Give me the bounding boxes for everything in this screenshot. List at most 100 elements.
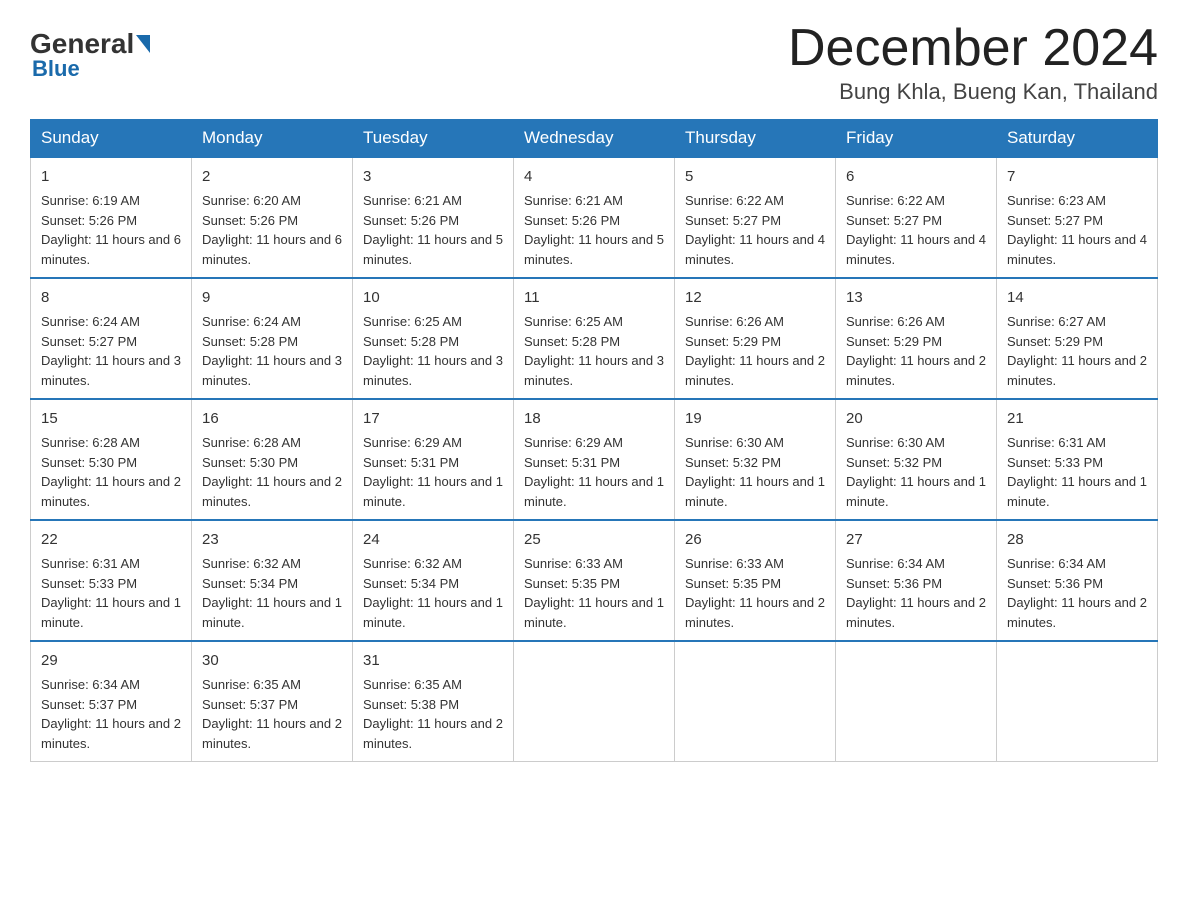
logo-blue-text: Blue bbox=[32, 56, 80, 82]
day-number: 27 bbox=[846, 529, 986, 551]
calendar-cell: 22 Sunrise: 6:31 AMSunset: 5:33 PMDaylig… bbox=[31, 520, 192, 641]
day-info: Sunrise: 6:34 AMSunset: 5:36 PMDaylight:… bbox=[846, 556, 986, 630]
day-info: Sunrise: 6:19 AMSunset: 5:26 PMDaylight:… bbox=[41, 193, 181, 267]
day-number: 5 bbox=[685, 166, 825, 188]
day-number: 17 bbox=[363, 408, 503, 430]
day-info: Sunrise: 6:22 AMSunset: 5:27 PMDaylight:… bbox=[846, 193, 986, 267]
day-number: 15 bbox=[41, 408, 181, 430]
day-info: Sunrise: 6:34 AMSunset: 5:36 PMDaylight:… bbox=[1007, 556, 1147, 630]
day-info: Sunrise: 6:27 AMSunset: 5:29 PMDaylight:… bbox=[1007, 314, 1147, 388]
calendar-header-row: Sunday Monday Tuesday Wednesday Thursday… bbox=[31, 120, 1158, 158]
day-info: Sunrise: 6:35 AMSunset: 5:37 PMDaylight:… bbox=[202, 677, 342, 751]
calendar-table: Sunday Monday Tuesday Wednesday Thursday… bbox=[30, 119, 1158, 762]
logo-arrow-icon bbox=[136, 35, 150, 53]
calendar-cell: 16 Sunrise: 6:28 AMSunset: 5:30 PMDaylig… bbox=[192, 399, 353, 520]
day-info: Sunrise: 6:26 AMSunset: 5:29 PMDaylight:… bbox=[685, 314, 825, 388]
day-number: 9 bbox=[202, 287, 342, 309]
calendar-cell bbox=[836, 641, 997, 762]
day-number: 4 bbox=[524, 166, 664, 188]
calendar-cell: 30 Sunrise: 6:35 AMSunset: 5:37 PMDaylig… bbox=[192, 641, 353, 762]
calendar-cell: 19 Sunrise: 6:30 AMSunset: 5:32 PMDaylig… bbox=[675, 399, 836, 520]
calendar-cell: 8 Sunrise: 6:24 AMSunset: 5:27 PMDayligh… bbox=[31, 278, 192, 399]
day-number: 25 bbox=[524, 529, 664, 551]
calendar-cell: 17 Sunrise: 6:29 AMSunset: 5:31 PMDaylig… bbox=[353, 399, 514, 520]
calendar-cell: 23 Sunrise: 6:32 AMSunset: 5:34 PMDaylig… bbox=[192, 520, 353, 641]
calendar-cell: 3 Sunrise: 6:21 AMSunset: 5:26 PMDayligh… bbox=[353, 157, 514, 278]
calendar-week-row: 8 Sunrise: 6:24 AMSunset: 5:27 PMDayligh… bbox=[31, 278, 1158, 399]
calendar-week-row: 15 Sunrise: 6:28 AMSunset: 5:30 PMDaylig… bbox=[31, 399, 1158, 520]
col-monday: Monday bbox=[192, 120, 353, 158]
day-info: Sunrise: 6:24 AMSunset: 5:27 PMDaylight:… bbox=[41, 314, 181, 388]
day-info: Sunrise: 6:30 AMSunset: 5:32 PMDaylight:… bbox=[685, 435, 825, 509]
calendar-week-row: 1 Sunrise: 6:19 AMSunset: 5:26 PMDayligh… bbox=[31, 157, 1158, 278]
day-number: 6 bbox=[846, 166, 986, 188]
calendar-cell: 29 Sunrise: 6:34 AMSunset: 5:37 PMDaylig… bbox=[31, 641, 192, 762]
day-info: Sunrise: 6:20 AMSunset: 5:26 PMDaylight:… bbox=[202, 193, 342, 267]
calendar-cell: 14 Sunrise: 6:27 AMSunset: 5:29 PMDaylig… bbox=[997, 278, 1158, 399]
day-info: Sunrise: 6:28 AMSunset: 5:30 PMDaylight:… bbox=[202, 435, 342, 509]
day-info: Sunrise: 6:30 AMSunset: 5:32 PMDaylight:… bbox=[846, 435, 986, 509]
calendar-week-row: 22 Sunrise: 6:31 AMSunset: 5:33 PMDaylig… bbox=[31, 520, 1158, 641]
day-info: Sunrise: 6:23 AMSunset: 5:27 PMDaylight:… bbox=[1007, 193, 1147, 267]
day-number: 2 bbox=[202, 166, 342, 188]
day-info: Sunrise: 6:21 AMSunset: 5:26 PMDaylight:… bbox=[363, 193, 503, 267]
col-tuesday: Tuesday bbox=[353, 120, 514, 158]
day-info: Sunrise: 6:25 AMSunset: 5:28 PMDaylight:… bbox=[363, 314, 503, 388]
day-info: Sunrise: 6:33 AMSunset: 5:35 PMDaylight:… bbox=[685, 556, 825, 630]
day-number: 24 bbox=[363, 529, 503, 551]
day-info: Sunrise: 6:21 AMSunset: 5:26 PMDaylight:… bbox=[524, 193, 664, 267]
calendar-cell: 21 Sunrise: 6:31 AMSunset: 5:33 PMDaylig… bbox=[997, 399, 1158, 520]
day-number: 10 bbox=[363, 287, 503, 309]
calendar-cell: 15 Sunrise: 6:28 AMSunset: 5:30 PMDaylig… bbox=[31, 399, 192, 520]
calendar-cell: 25 Sunrise: 6:33 AMSunset: 5:35 PMDaylig… bbox=[514, 520, 675, 641]
day-info: Sunrise: 6:35 AMSunset: 5:38 PMDaylight:… bbox=[363, 677, 503, 751]
day-number: 16 bbox=[202, 408, 342, 430]
day-info: Sunrise: 6:29 AMSunset: 5:31 PMDaylight:… bbox=[524, 435, 664, 509]
calendar-cell: 18 Sunrise: 6:29 AMSunset: 5:31 PMDaylig… bbox=[514, 399, 675, 520]
calendar-cell: 10 Sunrise: 6:25 AMSunset: 5:28 PMDaylig… bbox=[353, 278, 514, 399]
day-number: 28 bbox=[1007, 529, 1147, 551]
day-number: 19 bbox=[685, 408, 825, 430]
page-header: General Blue December 2024 Bung Khla, Bu… bbox=[30, 20, 1158, 105]
day-number: 31 bbox=[363, 650, 503, 672]
calendar-cell: 12 Sunrise: 6:26 AMSunset: 5:29 PMDaylig… bbox=[675, 278, 836, 399]
day-info: Sunrise: 6:31 AMSunset: 5:33 PMDaylight:… bbox=[1007, 435, 1147, 509]
day-number: 13 bbox=[846, 287, 986, 309]
day-info: Sunrise: 6:32 AMSunset: 5:34 PMDaylight:… bbox=[202, 556, 342, 630]
day-number: 12 bbox=[685, 287, 825, 309]
calendar-cell: 24 Sunrise: 6:32 AMSunset: 5:34 PMDaylig… bbox=[353, 520, 514, 641]
col-friday: Friday bbox=[836, 120, 997, 158]
calendar-cell: 6 Sunrise: 6:22 AMSunset: 5:27 PMDayligh… bbox=[836, 157, 997, 278]
calendar-cell: 4 Sunrise: 6:21 AMSunset: 5:26 PMDayligh… bbox=[514, 157, 675, 278]
title-block: December 2024 Bung Khla, Bueng Kan, Thai… bbox=[788, 20, 1158, 105]
calendar-cell: 7 Sunrise: 6:23 AMSunset: 5:27 PMDayligh… bbox=[997, 157, 1158, 278]
day-number: 26 bbox=[685, 529, 825, 551]
day-number: 20 bbox=[846, 408, 986, 430]
logo: General Blue bbox=[30, 28, 152, 82]
calendar-week-row: 29 Sunrise: 6:34 AMSunset: 5:37 PMDaylig… bbox=[31, 641, 1158, 762]
col-sunday: Sunday bbox=[31, 120, 192, 158]
calendar-cell: 26 Sunrise: 6:33 AMSunset: 5:35 PMDaylig… bbox=[675, 520, 836, 641]
col-saturday: Saturday bbox=[997, 120, 1158, 158]
month-title: December 2024 bbox=[788, 20, 1158, 77]
day-info: Sunrise: 6:25 AMSunset: 5:28 PMDaylight:… bbox=[524, 314, 664, 388]
calendar-cell: 1 Sunrise: 6:19 AMSunset: 5:26 PMDayligh… bbox=[31, 157, 192, 278]
day-number: 3 bbox=[363, 166, 503, 188]
day-number: 18 bbox=[524, 408, 664, 430]
day-number: 11 bbox=[524, 287, 664, 309]
calendar-cell bbox=[997, 641, 1158, 762]
calendar-cell bbox=[675, 641, 836, 762]
calendar-cell: 27 Sunrise: 6:34 AMSunset: 5:36 PMDaylig… bbox=[836, 520, 997, 641]
calendar-cell: 31 Sunrise: 6:35 AMSunset: 5:38 PMDaylig… bbox=[353, 641, 514, 762]
day-number: 22 bbox=[41, 529, 181, 551]
day-info: Sunrise: 6:24 AMSunset: 5:28 PMDaylight:… bbox=[202, 314, 342, 388]
day-number: 30 bbox=[202, 650, 342, 672]
day-info: Sunrise: 6:31 AMSunset: 5:33 PMDaylight:… bbox=[41, 556, 181, 630]
day-info: Sunrise: 6:34 AMSunset: 5:37 PMDaylight:… bbox=[41, 677, 181, 751]
day-info: Sunrise: 6:26 AMSunset: 5:29 PMDaylight:… bbox=[846, 314, 986, 388]
calendar-cell: 20 Sunrise: 6:30 AMSunset: 5:32 PMDaylig… bbox=[836, 399, 997, 520]
day-number: 14 bbox=[1007, 287, 1147, 309]
calendar-cell bbox=[514, 641, 675, 762]
day-number: 21 bbox=[1007, 408, 1147, 430]
day-number: 7 bbox=[1007, 166, 1147, 188]
